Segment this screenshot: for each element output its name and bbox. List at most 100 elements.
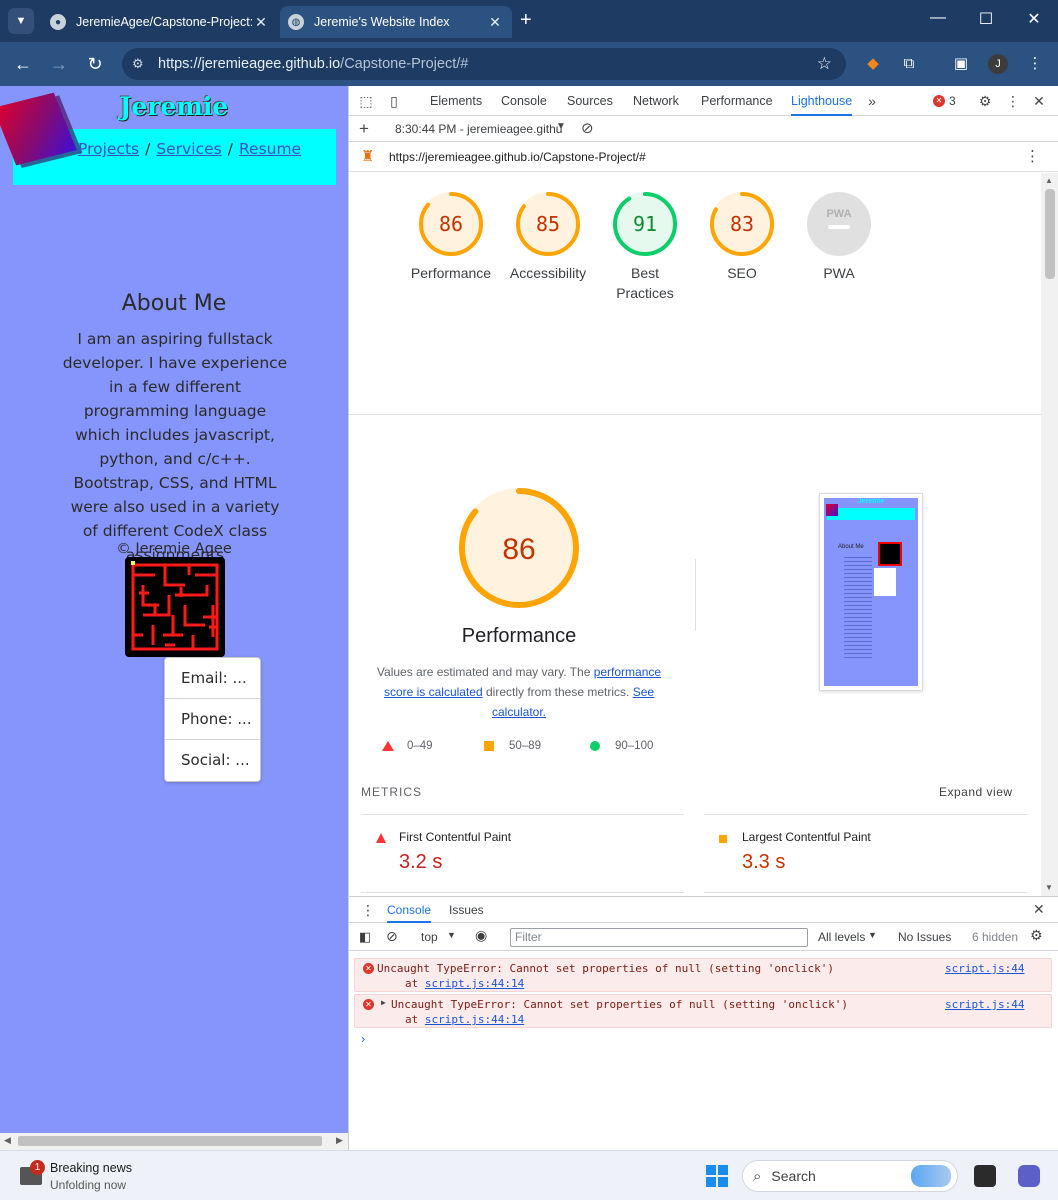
taskbar-search[interactable]: ⌕ Search: [742, 1160, 958, 1192]
chat-app-icon[interactable]: [1018, 1165, 1040, 1187]
issues-counter[interactable]: No Issues: [898, 930, 951, 944]
console-filter-input[interactable]: Filter: [510, 928, 808, 947]
back-icon[interactable]: ←: [11, 52, 35, 76]
close-devtools-icon[interactable]: ✕: [1030, 93, 1048, 110]
console-settings-gear-icon[interactable]: ⚙: [1030, 927, 1043, 944]
error-source-link[interactable]: script.js:44: [945, 998, 1024, 1011]
clear-console-icon[interactable]: ⊘: [386, 928, 398, 945]
inspect-element-icon[interactable]: ⬚: [357, 93, 375, 110]
report-vertical-scrollbar[interactable]: ▲ ▼: [1041, 173, 1058, 896]
scrollbar-thumb[interactable]: [18, 1136, 322, 1146]
contact-dropdown: Email: ... Phone: ... Social: ...: [164, 657, 261, 782]
score-gauge-pwa[interactable]: PWA PWA: [789, 191, 889, 283]
contact-social[interactable]: Social: ...: [165, 740, 260, 781]
tab-console[interactable]: Console: [501, 86, 547, 116]
chevron-down-icon[interactable]: ▼: [556, 121, 566, 132]
close-drawer-icon[interactable]: ✕: [1033, 901, 1045, 918]
live-expression-eye-icon[interactable]: ◉: [475, 927, 487, 944]
minimize-icon[interactable]: —: [928, 9, 948, 27]
stack-link[interactable]: script.js:44:14: [425, 977, 524, 990]
nav-link-projects[interactable]: Projects: [78, 140, 139, 158]
lighthouse-toolbar: + 8:30:44 PM - jeremieagee.githu ▼ ⊘: [349, 116, 1058, 142]
menu-kebab-icon[interactable]: ⋮: [1024, 53, 1046, 75]
forward-icon[interactable]: →: [47, 52, 71, 76]
score-gauge-best-practices[interactable]: 91 Best Practices: [595, 191, 695, 303]
thumb-heading: About Me: [838, 544, 864, 550]
url-path: /Capstone-Project/#: [340, 56, 469, 72]
nav-separator: /: [227, 140, 233, 158]
scrollbar-thumb[interactable]: [1045, 189, 1055, 279]
score-gauge-accessibility[interactable]: 85 Accessibility: [498, 191, 598, 283]
drawer-tab-console[interactable]: Console: [387, 897, 432, 923]
scroll-up-icon[interactable]: ▲: [1045, 176, 1053, 185]
stack-link[interactable]: script.js:44:14: [425, 1013, 524, 1026]
scroll-right-icon[interactable]: ▶: [336, 1135, 343, 1146]
nav-link-resume[interactable]: Resume: [239, 140, 301, 158]
square-icon: [484, 741, 494, 751]
chevron-down-icon[interactable]: ▼: [868, 930, 877, 940]
maze-game[interactable]: [125, 557, 225, 657]
expand-view-button[interactable]: Expand view: [939, 785, 1013, 799]
drawer-menu-icon[interactable]: ⋮: [361, 902, 375, 919]
error-icon: ✕: [363, 999, 374, 1010]
console-prompt-icon[interactable]: ›: [361, 1031, 365, 1046]
tab-performance[interactable]: Performance: [701, 86, 773, 116]
sidebar-toggle-icon[interactable]: ◧: [359, 929, 371, 945]
expand-triangle-icon[interactable]: ▶: [381, 998, 386, 1007]
more-tabs-icon[interactable]: »: [863, 93, 881, 109]
console-error-row[interactable]: ✕ Uncaught TypeError: Cannot set propert…: [354, 958, 1052, 992]
close-tab-icon[interactable]: ✕: [486, 14, 504, 31]
address-bar[interactable]: ⚙ https://jeremieagee.github.io/Capstone…: [122, 48, 846, 80]
settings-gear-icon[interactable]: ⚙: [976, 93, 994, 110]
device-toolbar-icon[interactable]: ▯: [385, 93, 403, 110]
tab-sources[interactable]: Sources: [567, 86, 613, 116]
legend-pass: 90–100: [589, 740, 653, 752]
report-menu-icon[interactable]: ⋮: [1025, 147, 1040, 165]
final-screenshot[interactable]: Jeremie About Me: [819, 493, 923, 691]
close-tab-icon[interactable]: ✕: [252, 14, 270, 31]
log-levels-select[interactable]: All levels: [818, 930, 865, 944]
close-window-icon[interactable]: ✕: [1024, 9, 1044, 29]
extensions-icon[interactable]: ⧉: [898, 53, 920, 75]
scroll-left-icon[interactable]: ◀: [4, 1135, 11, 1146]
error-icon: ✕: [363, 963, 374, 974]
contact-phone[interactable]: Phone: ...: [165, 699, 260, 740]
page-horizontal-scrollbar[interactable]: ◀ ▶: [0, 1133, 348, 1150]
gauge-label: Accessibility: [509, 265, 587, 281]
tab-lighthouse[interactable]: Lighthouse: [791, 86, 853, 116]
new-report-icon[interactable]: +: [359, 119, 369, 139]
error-source-link[interactable]: script.js:44: [945, 962, 1024, 975]
tab-elements[interactable]: Elements: [430, 86, 482, 116]
new-tab-button[interactable]: +: [520, 10, 532, 30]
report-select[interactable]: 8:30:44 PM - jeremieagee.githu: [395, 122, 562, 136]
clear-reports-icon[interactable]: ⊘: [581, 119, 594, 137]
error-count-badge[interactable]: ✕ 3: [933, 94, 956, 108]
side-panel-icon[interactable]: ▣: [950, 53, 972, 75]
score-gauge-performance[interactable]: 86 Performance: [401, 191, 501, 283]
bookmark-star-icon[interactable]: ☆: [817, 54, 832, 74]
windows-start-icon[interactable]: [706, 1165, 728, 1187]
tab-network[interactable]: Network: [633, 86, 679, 116]
site-settings-icon[interactable]: ⚙: [132, 56, 150, 72]
chevron-down-icon[interactable]: ▼: [447, 930, 456, 940]
tab-github[interactable]: ● JeremieAgee/Capstone-Project: ✕: [42, 6, 278, 38]
nav-link-services[interactable]: Services: [156, 140, 221, 158]
reload-icon[interactable]: ↻: [83, 52, 107, 76]
metamask-extension-icon[interactable]: ◆: [862, 53, 884, 75]
stack-prefix: at: [405, 977, 425, 990]
tab-website-index[interactable]: ◍ Jeremie's Website Index ✕: [280, 6, 512, 38]
lighthouse-logo-icon: ♜: [361, 148, 375, 165]
score-gauge-seo[interactable]: 83 SEO: [692, 191, 792, 283]
drawer-tab-issues[interactable]: Issues: [449, 897, 484, 923]
devtools-menu-icon[interactable]: ⋮: [1004, 93, 1022, 110]
profile-avatar[interactable]: J: [988, 54, 1008, 74]
context-select[interactable]: top: [421, 930, 438, 944]
tab-search-button[interactable]: ▼: [8, 8, 34, 34]
legend-average-label: 50–89: [509, 740, 541, 752]
news-title[interactable]: Breaking news: [50, 1161, 132, 1175]
contact-email[interactable]: Email: ...: [165, 658, 260, 699]
task-view-icon[interactable]: [974, 1165, 996, 1187]
console-error-row[interactable]: ✕ ▶ Uncaught TypeError: Cannot set prope…: [354, 994, 1052, 1028]
scroll-down-icon[interactable]: ▼: [1045, 883, 1053, 892]
maximize-icon[interactable]: ☐: [976, 9, 996, 29]
